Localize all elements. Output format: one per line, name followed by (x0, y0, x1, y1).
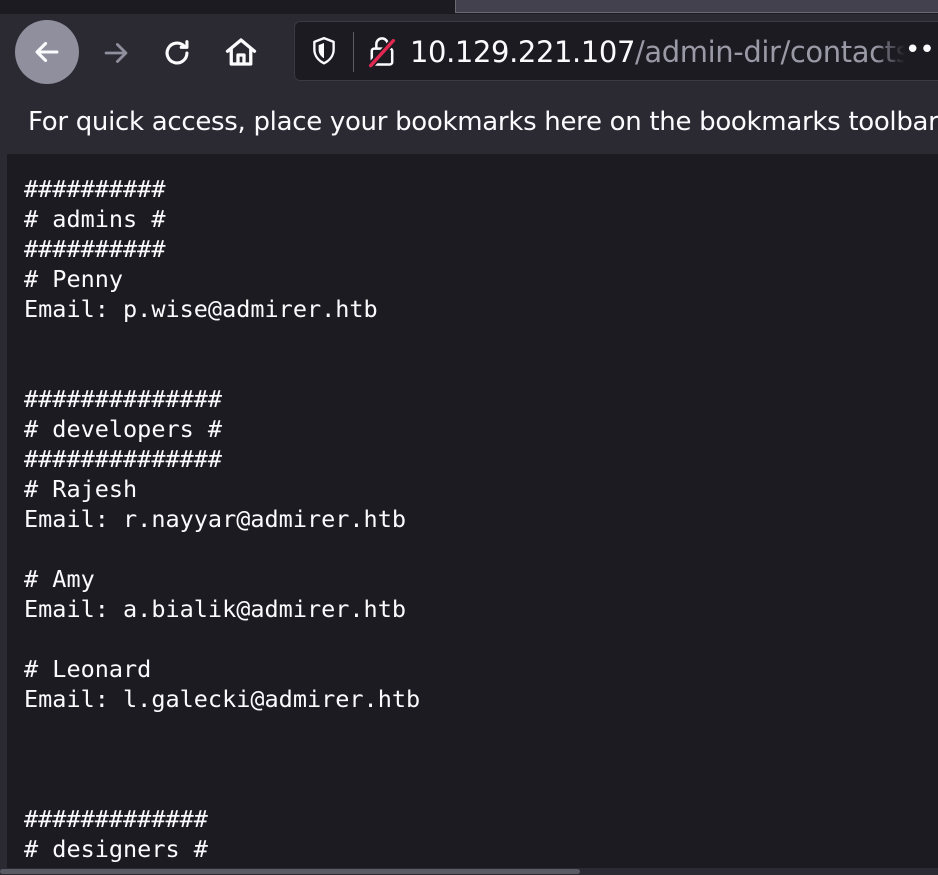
scrollbar-thumb[interactable] (0, 869, 580, 874)
text-line: ########## (24, 235, 166, 263)
text-line: # Amy (24, 565, 95, 593)
text-line: ########## (24, 175, 166, 203)
address-bar[interactable]: 10.129.221.107/admin-dir/contacts.t •• (294, 21, 938, 81)
text-line: ############## (24, 385, 223, 413)
page-content[interactable]: ########## # admins # ########## # Penny… (0, 154, 938, 875)
arrow-right-icon (104, 43, 128, 63)
text-line: # Rajesh (24, 475, 138, 503)
content-edge (0, 154, 7, 875)
text-line: Email: p.wise@admirer.htb (24, 295, 378, 323)
url-text[interactable]: 10.129.221.107/admin-dir/contacts.t (410, 32, 931, 72)
forward-button[interactable] (96, 34, 136, 72)
shield-icon[interactable] (311, 36, 337, 66)
home-icon (225, 38, 257, 66)
text-line: ############# (24, 805, 208, 833)
arrow-left-icon (35, 41, 59, 63)
text-line: ############## (24, 445, 223, 473)
text-line: Email: r.nayyar@admirer.htb (24, 505, 407, 533)
plain-text-document: ########## # admins # ########## # Penny… (24, 174, 420, 875)
home-button[interactable] (220, 32, 262, 72)
navigation-toolbar: 10.129.221.107/admin-dir/contacts.t •• (0, 14, 938, 92)
more-horizontal-icon[interactable]: •• (905, 32, 938, 72)
text-line: # developers # (24, 415, 223, 443)
horizontal-scrollbar[interactable] (0, 868, 938, 875)
back-button[interactable] (15, 20, 79, 84)
reload-button[interactable] (157, 34, 197, 72)
browser-window: 10.129.221.107/admin-dir/contacts.t •• F… (0, 0, 938, 875)
reload-icon (165, 40, 189, 65)
text-line: # designers # (24, 835, 208, 863)
url-fade (875, 22, 905, 80)
url-host: 10.129.221.107 (410, 35, 636, 69)
text-line: Email: a.bialik@admirer.htb (24, 595, 407, 623)
text-line: # Leonard (24, 655, 152, 683)
bookmarks-toolbar: For quick access, place your bookmarks h… (0, 92, 938, 154)
bookmarks-hint: For quick access, place your bookmarks h… (28, 107, 938, 137)
tab-edge[interactable] (455, 0, 938, 13)
tab-strip (0, 0, 938, 14)
text-line: # Penny (24, 265, 124, 293)
lock-strikethrough-icon[interactable] (367, 35, 397, 69)
text-line: Email: l.galecki@admirer.htb (24, 685, 421, 713)
url-divider (353, 32, 354, 72)
text-line: # admins # (24, 205, 166, 233)
